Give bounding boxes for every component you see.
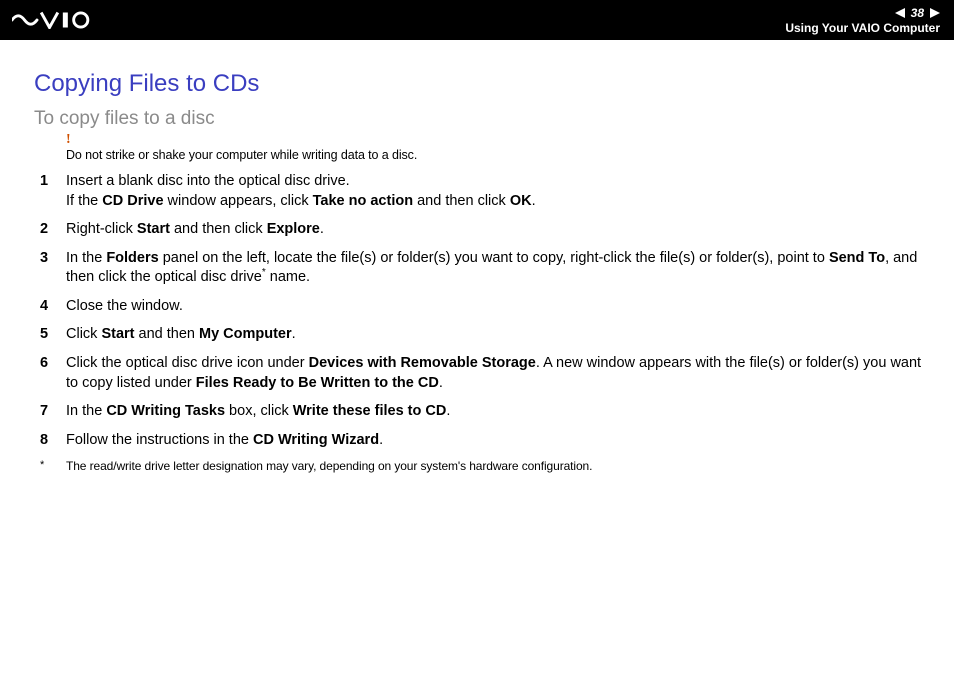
step-1: Insert a blank disc into the optical dis… — [34, 172, 928, 211]
page-subtitle: To copy files to a disc — [34, 108, 928, 130]
step-5: Click Start and then My Computer. — [34, 325, 928, 345]
step-8: Follow the instructions in the CD Writin… — [34, 431, 928, 451]
step-2: Right-click Start and then click Explore… — [34, 220, 928, 240]
step-6: Click the optical disc drive icon under … — [34, 354, 928, 393]
vaio-logo — [12, 0, 112, 40]
step-7: In the CD Writing Tasks box, click Write… — [34, 402, 928, 422]
step-4: Close the window. — [34, 297, 928, 317]
page-title: Copying Files to CDs — [34, 70, 928, 98]
prev-page-arrow-icon[interactable] — [895, 8, 905, 18]
footnote-mark: * — [40, 459, 44, 471]
warning-text: Do not strike or shake your computer whi… — [66, 136, 928, 162]
page-content: Copying Files to CDs To copy files to a … — [0, 40, 954, 493]
header-bar: 38 Using Your VAIO Computer — [0, 0, 954, 40]
warning-icon: ! — [66, 132, 71, 148]
next-page-arrow-icon[interactable] — [930, 8, 940, 18]
pager: 38 Using Your VAIO Computer — [785, 0, 942, 40]
steps-list: Insert a blank disc into the optical dis… — [34, 172, 928, 450]
section-title: Using Your VAIO Computer — [785, 21, 940, 35]
warning-block: ! Do not strike or shake your computer w… — [34, 136, 928, 162]
footnote-text: The read/write drive letter designation … — [66, 459, 592, 473]
step-3: In the Folders panel on the left, locate… — [34, 249, 928, 288]
footnote: * The read/write drive letter designatio… — [34, 459, 928, 473]
page-number: 38 — [909, 6, 926, 20]
